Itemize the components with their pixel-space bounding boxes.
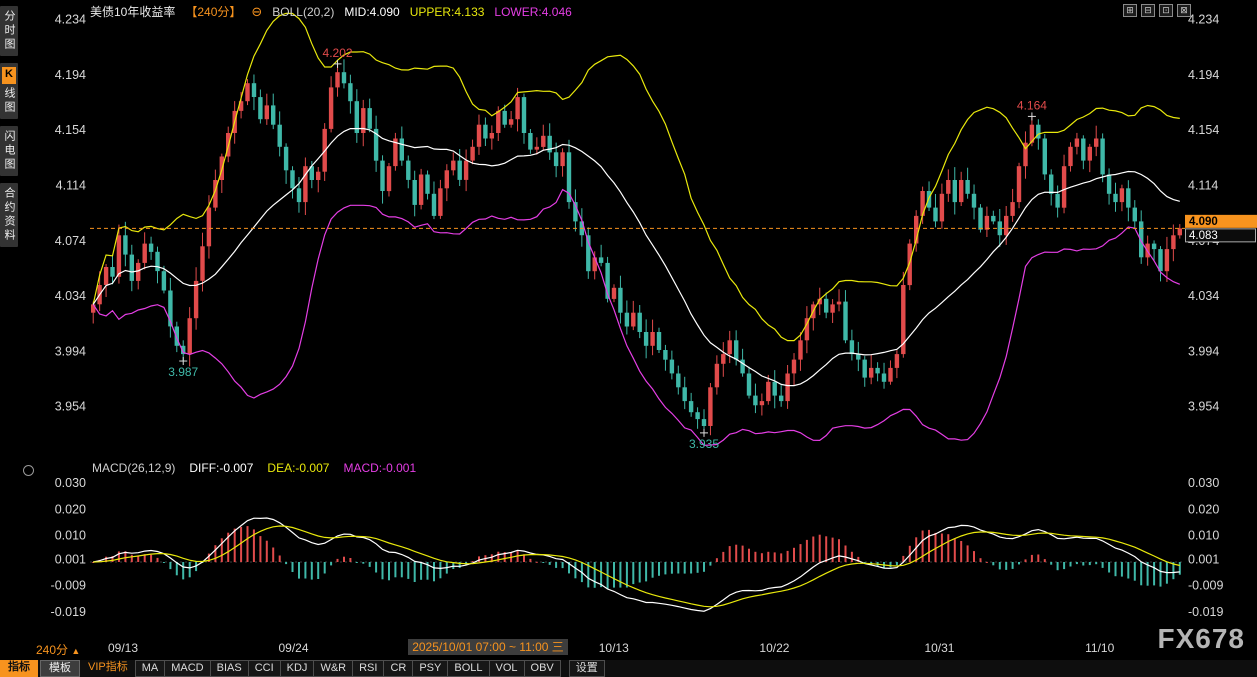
svg-text:4.194: 4.194 (1188, 68, 1219, 82)
toolbar-tab-wr[interactable]: W&R (313, 660, 353, 677)
axis-labels: 4.234 4.234 4.194 4.194 4.154 4.154 4.114 4.114… (51, 13, 1224, 619)
toolbar-tab-psy[interactable]: PSY (412, 660, 448, 677)
macd-panel-toggle-icon[interactable] (23, 465, 34, 476)
bottom-toolbar: 指标 模板 VIP指标 MAMACDBIASCCIKDJW&RRSICRPSYB… (0, 660, 1257, 677)
toolbar-tab-boll[interactable]: BOLL (447, 660, 489, 677)
xaxis-date-10-31: 10/31 (924, 641, 954, 655)
indicator-button[interactable]: 指标 (0, 660, 38, 677)
svg-text:0.010: 0.010 (55, 529, 86, 543)
svg-text:4.034: 4.034 (55, 289, 86, 303)
svg-text:4.114: 4.114 (56, 179, 86, 193)
svg-text:-0.019: -0.019 (51, 605, 86, 619)
svg-text:3.994: 3.994 (1188, 344, 1219, 358)
svg-text:4.234: 4.234 (55, 13, 86, 27)
svg-text:4.154: 4.154 (55, 123, 86, 137)
macd-diff-value: DIFF:-0.007 (189, 461, 253, 475)
macd-diff-line (93, 518, 1180, 611)
svg-text:4.194: 4.194 (55, 68, 86, 82)
xaxis-row: 240分 ▲ 09/13 09/24 10/13 10/22 10/31 11/10 20… (0, 639, 1257, 657)
svg-text:0.010: 0.010 (1188, 529, 1219, 543)
xaxis-date-11-10: 11/10 (1085, 641, 1114, 655)
macd-header: MACD(26,12,9) DIFF:-0.007 DEA:-0.007 MAC… (92, 461, 416, 475)
candles-layer (91, 59, 1182, 435)
svg-text:4.083: 4.083 (1189, 230, 1218, 242)
layout-single-icon[interactable]: ⊠ (1177, 4, 1191, 17)
macd-dea-line (93, 526, 1180, 607)
boll-upper-value: UPPER:4.133 (410, 5, 485, 19)
xaxis-date-09-24: 09/24 (278, 641, 308, 655)
toolbar-tab-kdj[interactable]: KDJ (280, 660, 315, 677)
sidebar-item-contract-info[interactable]: 合约资料 (0, 183, 18, 247)
svg-text:4.114: 4.114 (1188, 179, 1218, 193)
price-annotations: 4.202 3.987 4.164 3.935 (168, 46, 1047, 451)
macd-indicator-label: MACD(26,12,9) (92, 461, 175, 475)
svg-text:4.154: 4.154 (1188, 123, 1219, 137)
toolbar-tab-rsi[interactable]: RSI (352, 660, 384, 677)
xaxis-date-10-22: 10/22 (759, 641, 789, 655)
xaxis-date-09-13: 09/13 (108, 641, 138, 655)
svg-text:4.090: 4.090 (1189, 216, 1218, 228)
toolbar-tab-cr[interactable]: CR (383, 660, 413, 677)
svg-text:0.020: 0.020 (1188, 502, 1219, 516)
kline-label: 线图 (3, 87, 15, 115)
boll-lower-value: LOWER:4.046 (494, 5, 571, 19)
window-layout-icons: ⊞ ⊟ ⊡ ⊠ (1123, 4, 1191, 17)
svg-text:3.994: 3.994 (55, 344, 86, 358)
layout-grid-icon[interactable]: ⊞ (1123, 4, 1137, 17)
svg-text:0.030: 0.030 (55, 476, 86, 490)
template-button[interactable]: 模板 (40, 660, 80, 677)
sidebar-item-flash-chart[interactable]: 闪电图 (0, 126, 18, 176)
xaxis-date-10-13: 10/13 (599, 641, 629, 655)
macd-macd-value: MACD:-0.001 (343, 461, 416, 475)
svg-text:-0.009: -0.009 (1188, 579, 1223, 593)
price-chart-canvas[interactable]: 4.234 4.234 4.194 4.194 4.154 4.154 4.114 4.114… (0, 0, 1257, 677)
chevron-up-icon: ▲ (71, 646, 80, 656)
layout-panel-icon[interactable]: ⊡ (1159, 4, 1173, 17)
toolbar-tab-bias[interactable]: BIAS (210, 660, 249, 677)
left-sidebar: 分时图 K 线图 闪电图 合约资料 (1, 6, 17, 247)
crosshair-datetime-label: 2025/10/01 07:00 ~ 11:00 三 (408, 639, 568, 655)
price-tags: 4.090 4.083 (1185, 215, 1257, 242)
zoom-out-icon[interactable]: ⊖ (251, 4, 262, 20)
macd-dea-value: DEA:-0.007 (267, 461, 329, 475)
svg-text:3.954: 3.954 (1188, 400, 1219, 414)
settings-button[interactable]: 设置 (569, 660, 605, 677)
boll-mid-value: MID:4.090 (344, 5, 399, 19)
svg-text:3.987: 3.987 (168, 365, 198, 379)
kline-badge: K (2, 67, 16, 84)
toolbar-tab-obv[interactable]: OBV (524, 660, 561, 677)
period-badge: 【240分】 (185, 3, 241, 20)
vip-indicator-button[interactable]: VIP指标 (80, 660, 136, 677)
sidebar-item-kline[interactable]: K 线图 (0, 63, 18, 119)
svg-text:3.935: 3.935 (689, 437, 719, 451)
svg-text:4.202: 4.202 (323, 46, 353, 60)
svg-text:4.164: 4.164 (1017, 98, 1047, 112)
svg-text:3.954: 3.954 (55, 400, 86, 414)
boll-indicator-label: BOLL(20,2) (272, 5, 334, 19)
sidebar-item-time-chart[interactable]: 分时图 (0, 6, 18, 56)
watermark-logo: FX678 (1158, 623, 1246, 655)
chart-header: 美债10年收益率【240分】 ⊖ BOLL(20,2) MID:4.090 UP… (90, 4, 572, 19)
chart-app: 4.234 4.234 4.194 4.194 4.154 4.154 4.114 4.114… (0, 0, 1257, 677)
svg-text:4.034: 4.034 (1188, 289, 1219, 303)
page-title: 美债10年收益率 (90, 3, 175, 20)
svg-text:4.074: 4.074 (55, 234, 86, 248)
svg-text:0.030: 0.030 (1188, 476, 1219, 490)
toolbar-tab-ma[interactable]: MA (135, 660, 166, 677)
indicator-tabs: MAMACDBIASCCIKDJW&RRSICRPSYBOLLVOLOBV (136, 660, 561, 677)
toolbar-tab-macd[interactable]: MACD (164, 660, 210, 677)
period-selector[interactable]: 240分 ▲ (36, 641, 80, 658)
layout-rows-icon[interactable]: ⊟ (1141, 4, 1155, 17)
toolbar-tab-cci[interactable]: CCI (248, 660, 281, 677)
svg-text:0.001: 0.001 (1188, 552, 1219, 566)
toolbar-tab-vol[interactable]: VOL (489, 660, 525, 677)
svg-text:4.234: 4.234 (1188, 13, 1219, 27)
svg-text:0.020: 0.020 (55, 502, 86, 516)
svg-text:-0.009: -0.009 (51, 579, 86, 593)
svg-text:0.001: 0.001 (55, 552, 86, 566)
svg-text:-0.019: -0.019 (1188, 605, 1223, 619)
